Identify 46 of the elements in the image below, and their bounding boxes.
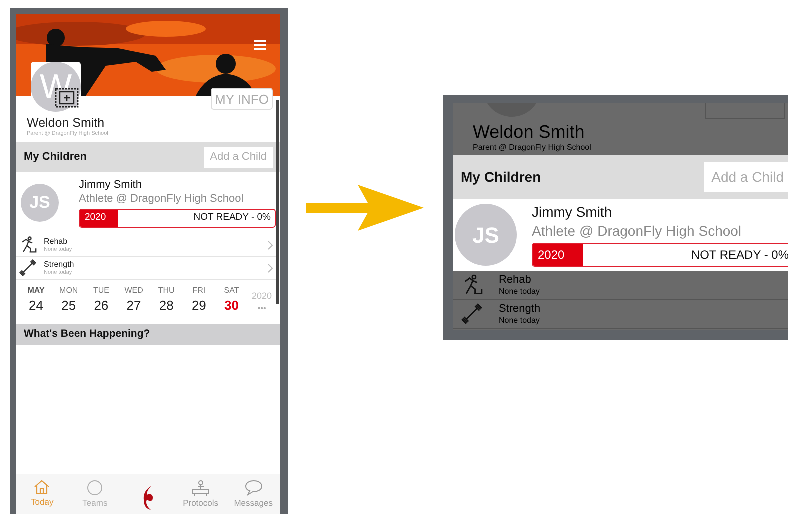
section-title: What's Been Happening? <box>24 326 150 342</box>
profile-role: Parent @ DragonFly High School <box>473 143 592 153</box>
season-label: 2020 <box>533 244 583 266</box>
day-date[interactable]: 29 <box>192 297 206 315</box>
section-title: My Children <box>461 168 542 187</box>
activity-note: None today <box>499 286 540 296</box>
nav-tab[interactable]: Today <box>16 474 69 514</box>
activity-row[interactable]: Rehab None today <box>453 271 788 300</box>
my-info-button[interactable]: MY INFO <box>211 88 273 110</box>
child-role: Athlete @ DragonFly High School <box>532 222 743 241</box>
child-name: Jimmy Smith <box>532 203 614 221</box>
day-label: TUE <box>93 285 110 297</box>
readiness-status: NOT READY - 0% <box>192 211 272 226</box>
nav-tab[interactable]: Messages <box>227 474 280 514</box>
activity-note: None today <box>499 316 541 326</box>
year-label: 2020 <box>252 290 272 302</box>
day-label: SAT <box>224 285 240 297</box>
child-name: Jimmy Smith <box>79 178 143 192</box>
activity-name: Strength <box>44 260 76 269</box>
child-role: Athlete @ DragonFly High School <box>79 192 245 207</box>
profile-name: Weldon Smith <box>27 116 106 130</box>
profile-name: Weldon Smith <box>473 121 586 143</box>
activity-row[interactable]: Strength None today <box>453 300 788 329</box>
add-child-button[interactable]: Add a Child <box>704 162 788 192</box>
activity-name: Rehab <box>499 274 532 286</box>
activity-name: Rehab <box>44 236 69 246</box>
day-date[interactable]: 24 <box>29 297 44 315</box>
nav-tab[interactable]: Teams <box>68 474 122 514</box>
day-date[interactable]: 30 <box>224 297 239 315</box>
day-date[interactable]: 28 <box>159 297 174 315</box>
more-button[interactable]: ••• <box>258 302 266 314</box>
nav-tab[interactable]: Protocols <box>174 474 228 514</box>
day-label: THU <box>158 285 175 297</box>
child-avatar: JS <box>21 184 59 222</box>
add-child-button[interactable]: Add a Child <box>204 146 273 168</box>
day-label: WED <box>124 285 144 297</box>
day-label: FRI <box>192 285 206 297</box>
day-label: MON <box>60 285 78 297</box>
day-label: MAY <box>28 285 45 297</box>
day-date[interactable]: 26 <box>94 297 109 315</box>
child-avatar: JS <box>455 204 517 266</box>
activity-name: Strength <box>499 302 541 316</box>
season-label: 2020 <box>80 210 118 227</box>
day-date[interactable]: 27 <box>126 297 142 315</box>
section-title: My Children <box>24 150 87 165</box>
day-date[interactable]: 25 <box>62 297 76 315</box>
